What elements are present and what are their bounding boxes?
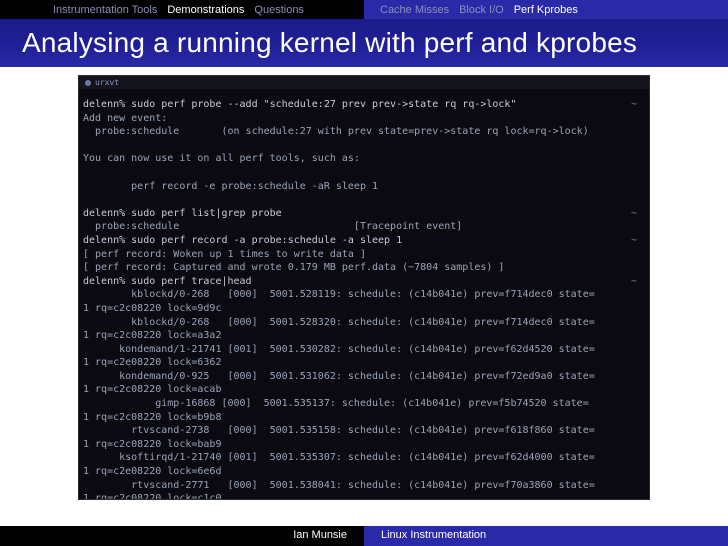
footer-right: Linux Instrumentation: [364, 526, 728, 546]
terminal-output-line: 1 rq=c2c08220 lock=acab: [83, 383, 645, 397]
terminal-line-text: rtvscand-2738 [000] 5001.535158: schedul…: [83, 425, 595, 437]
terminal-line-text: delenn% sudo perf probe --add "schedule:…: [83, 99, 517, 110]
terminal-line-text: 1 rq=c2c08220 lock=9d9c: [83, 302, 222, 314]
footer-left: Ian Munsie: [0, 526, 364, 546]
terminal-output-line: probe:schedule [Tracepoint event]: [83, 220, 645, 234]
nav-link-block-io[interactable]: Block I/O: [459, 4, 504, 16]
terminal-line-text: delenn% sudo perf list|grep probe: [83, 207, 282, 219]
terminal-line-text: 1 rq=c2c08220 lock=acab: [83, 384, 222, 396]
terminal-output-line: perf record -e probe:schedule -aR sleep …: [83, 180, 645, 194]
terminal-output-line: 1 rq=c2e08220 lock=6e6d: [83, 465, 645, 479]
nav-link-cache-misses[interactable]: Cache Misses: [380, 4, 449, 16]
terminal-output-line: 1 rq=c2e08220 lock=6362: [83, 356, 645, 370]
terminal-output-line: 1 rq=c2c08220 lock=b9b8: [83, 411, 645, 425]
terminal-tab-bar: urxvt: [79, 76, 649, 89]
terminal-line-text: ksoftirqd/1-21740 [001] 5001.535307: sch…: [83, 452, 595, 464]
terminal-line-text: [ perf record: Woken up 1 times to write…: [83, 248, 366, 260]
nav-link-questions[interactable]: Questions: [254, 4, 304, 16]
section-navigation: Instrumentation Tools Demonstrations Que…: [0, 0, 728, 19]
nav-link-demonstrations[interactable]: Demonstrations: [167, 4, 244, 16]
nav-subsections: Cache Misses Block I/O Perf Kprobes: [364, 0, 728, 19]
terminal-line-text: 1 rq=c2e08220 lock=6e6d: [83, 466, 222, 478]
terminal-output: delenn% sudo perf probe --add "schedule:…: [83, 98, 645, 500]
terminal-line-text: kblockd/0-268 [000] 5001.528320: schedul…: [83, 316, 595, 328]
terminal-line-text: gimp-16868 [000] 5001.535137: schedule: …: [83, 398, 589, 410]
terminal-line-text: 1 rq=c2c08220 lock=a3a2: [83, 330, 222, 342]
terminal-line-text: rtvscand-2771 [000] 5001.538041: schedul…: [83, 479, 595, 491]
terminal-output-line: ksoftirqd/1-21740 [001] 5001.535307: sch…: [83, 451, 645, 465]
terminal-cwd-marker: ~: [631, 207, 638, 219]
terminal-output-line: kblockd/0-268 [000] 5001.528119: schedul…: [83, 288, 645, 302]
terminal-line-text: [ perf record: Captured and wrote 0.179 …: [83, 262, 505, 274]
footer-title: Linux Instrumentation: [381, 529, 487, 541]
terminal-line-text: probe:schedule [Tracepoint event]: [83, 221, 463, 233]
footer-author: Ian Munsie: [293, 529, 347, 541]
frame-title: Analysing a running kernel with perf and…: [22, 27, 638, 58]
terminal-line-text: You can now use it on all perf tools, su…: [83, 153, 360, 165]
terminal-line-text: 1 rq=c2e08220 lock=6362: [83, 357, 222, 369]
terminal-icon: [85, 79, 91, 86]
terminal-line-text: kondemand/0-925 [000] 5001.531062: sched…: [83, 370, 595, 382]
nav-sections: Instrumentation Tools Demonstrations Que…: [0, 0, 364, 19]
terminal-output-line: rtvscand-2771 [000] 5001.538041: schedul…: [83, 479, 645, 493]
terminal-output-line: probe:schedule (on schedule:27 with prev…: [83, 125, 645, 139]
terminal-command-line: delenn% sudo perf list|grep probe ~: [83, 207, 645, 221]
terminal-line-text: Add new event:: [83, 112, 168, 124]
terminal-output-line: kondemand/1-21741 [001] 5001.530282: sch…: [83, 343, 645, 357]
terminal-line-text: perf record -e probe:schedule -aR sleep …: [83, 180, 379, 192]
terminal-output-line: Add new event:: [83, 112, 645, 126]
terminal-line-text: 1 rq=c2c08220 lock=c1c0: [83, 493, 222, 500]
terminal-cwd-marker: ~: [631, 99, 638, 110]
terminal-line-text: 1 rq=c2c08220 lock=bab9: [83, 438, 222, 450]
terminal-cwd-marker: ~: [631, 234, 638, 246]
terminal-output-line: rtvscand-2738 [000] 5001.535158: schedul…: [83, 424, 645, 438]
terminal-output-line: 1 rq=c2c08220 lock=a3a2: [83, 329, 645, 343]
terminal-tab-label: urxvt: [95, 78, 120, 87]
frame-title-bar: Analysing a running kernel with perf and…: [0, 19, 728, 67]
terminal-line-text: delenn% sudo perf trace|head: [83, 275, 252, 287]
terminal-output-line: You can now use it on all perf tools, su…: [83, 152, 645, 166]
terminal-line-text: kondemand/1-21741 [001] 5001.530282: sch…: [83, 343, 595, 355]
terminal-output-line: kblockd/0-268 [000] 5001.528320: schedul…: [83, 316, 645, 330]
terminal-output-line: 1 rq=c2c08220 lock=9d9c: [83, 302, 645, 316]
terminal-command-line: delenn% sudo perf trace|head ~: [83, 275, 645, 289]
terminal-output-line: kondemand/0-925 [000] 5001.531062: sched…: [83, 370, 645, 384]
terminal-command-line: delenn% sudo perf probe --add "schedule:…: [83, 98, 645, 112]
terminal-line-text: kblockd/0-268 [000] 5001.528119: schedul…: [83, 289, 595, 301]
nav-link-instrumentation-tools[interactable]: Instrumentation Tools: [53, 4, 157, 16]
terminal-output-line: 1 rq=c2c08220 lock=bab9: [83, 438, 645, 452]
terminal-output-line: [ perf record: Captured and wrote 0.179 …: [83, 261, 645, 275]
nav-link-perf-kprobes[interactable]: Perf Kprobes: [514, 4, 578, 16]
terminal-output-line: 1 rq=c2c08220 lock=c1c0: [83, 492, 645, 500]
terminal-output-line: gimp-16868 [000] 5001.535137: schedule: …: [83, 397, 645, 411]
terminal-output-line: [ perf record: Woken up 1 times to write…: [83, 248, 645, 262]
terminal-screenshot: urxvt delenn% sudo perf probe --add "sch…: [78, 75, 650, 500]
terminal-line-text: probe:schedule (on schedule:27 with prev…: [83, 126, 589, 138]
terminal-command-line: delenn% sudo perf record -a probe:schedu…: [83, 234, 645, 248]
terminal-line-text: delenn% sudo perf record -a probe:schedu…: [83, 234, 403, 246]
terminal-cwd-marker: ~: [631, 275, 638, 287]
footer-bar: Ian Munsie Linux Instrumentation: [0, 526, 728, 546]
terminal-line-text: 1 rq=c2c08220 lock=b9b8: [83, 411, 222, 423]
